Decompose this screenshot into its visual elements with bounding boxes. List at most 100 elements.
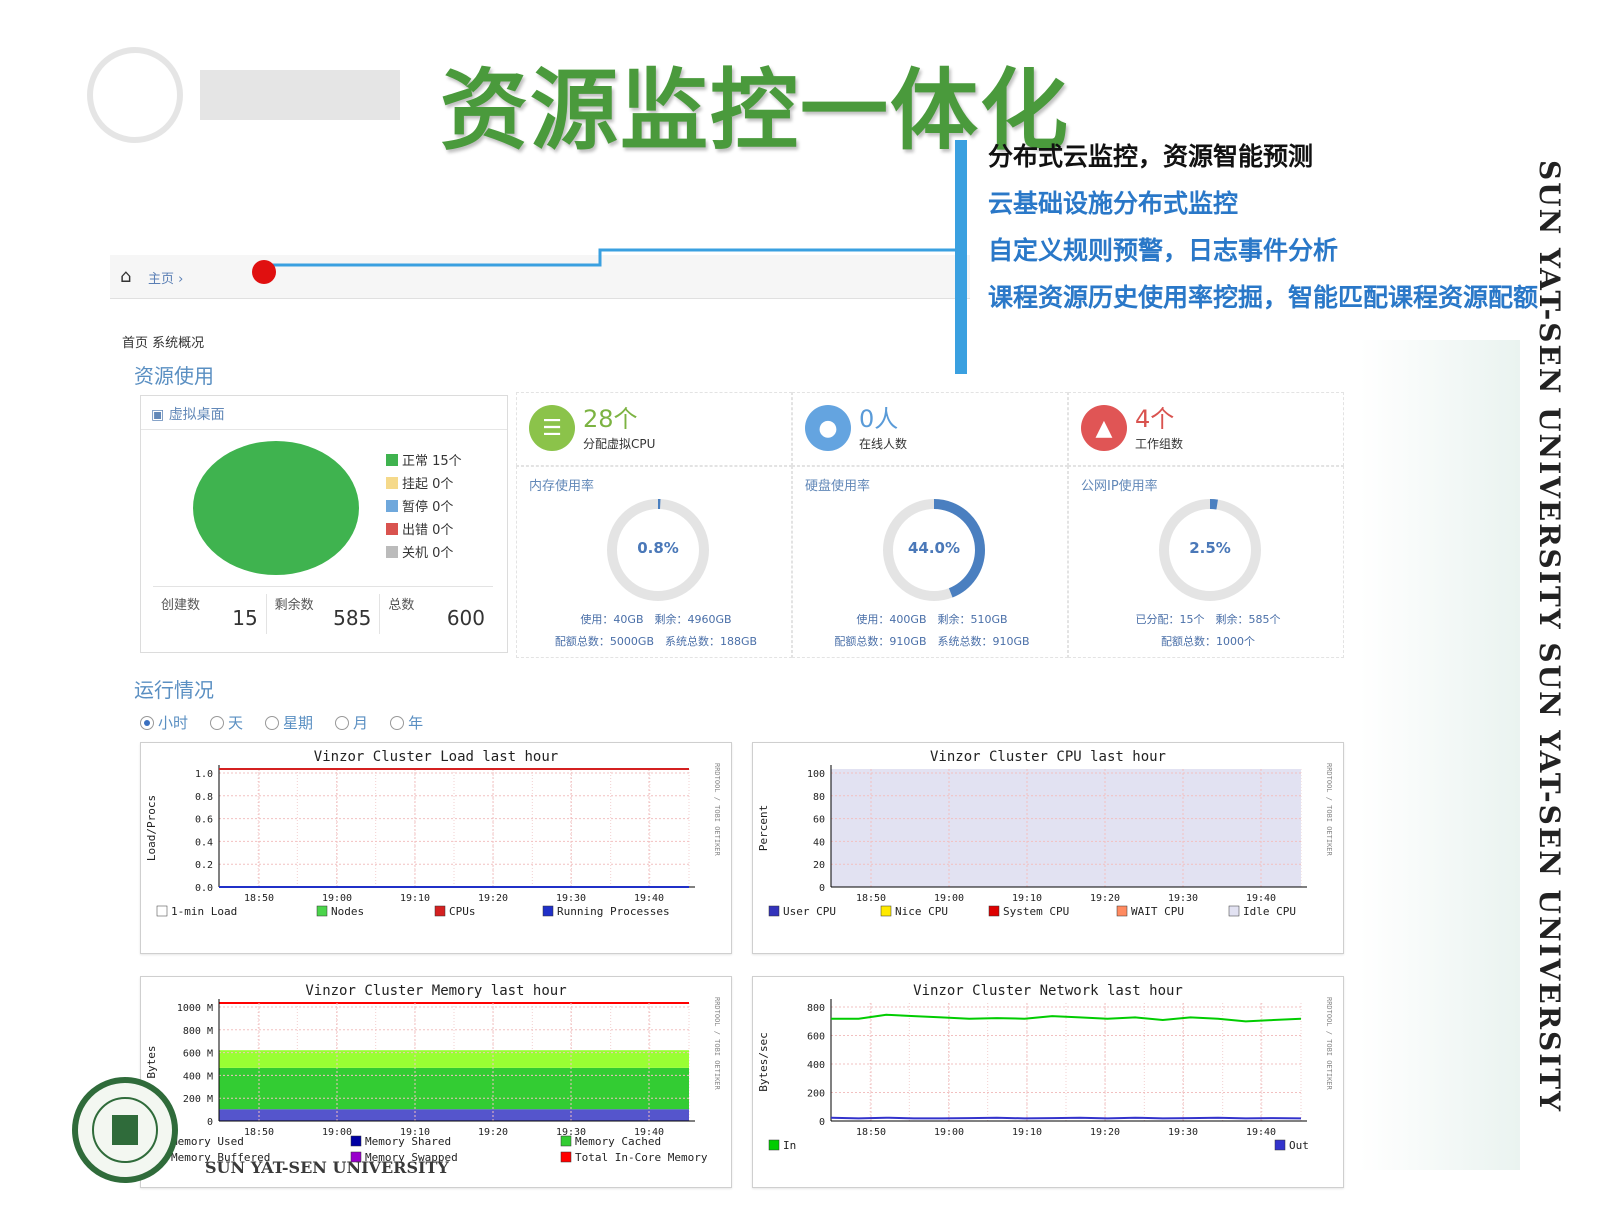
y-tick-label: 40 — [813, 837, 825, 848]
vdesk-divider — [153, 586, 493, 587]
radio-hour[interactable]: 小时 — [140, 712, 188, 733]
legend-swatch — [768, 905, 780, 917]
stat-label: 剩余数 — [274, 598, 314, 613]
gauge-note-line: 配额总数：910GB 系统总数：910GB — [834, 635, 1030, 648]
breadcrumb-home[interactable]: 主页 — [148, 272, 174, 287]
legend-item: 关机 0个 — [386, 540, 462, 563]
breadcrumb[interactable]: 主页 › — [148, 268, 183, 287]
y-tick-label: 0.2 — [195, 860, 213, 871]
gauge-note-line: 已分配：15个 剩余：585个 — [1135, 613, 1281, 626]
load-graph-panel[interactable]: Vinzor Cluster Load last hour Load/Procs R… — [140, 742, 732, 954]
x-tick-label: 18:50 — [244, 893, 274, 904]
x-tick-label: 19:10 — [1012, 893, 1042, 904]
legend-label: 正常 15个 — [402, 454, 462, 469]
y-axis-label: Bytes/sec — [757, 1032, 770, 1092]
legend-swatch — [386, 453, 398, 466]
legend-label: Running Processes — [557, 905, 670, 918]
network-graph-panel[interactable]: Vinzor Cluster Network last hour Bytes/se… — [752, 976, 1344, 1188]
y-tick-label: 0.8 — [195, 792, 213, 803]
memory-graph: Vinzor Cluster Memory last hour Bytes RRDT… — [145, 983, 721, 1164]
kpi-card-cpu: ☰ 28个 分配虚拟CPU — [516, 392, 792, 466]
radio-label: 年 — [408, 714, 424, 732]
network-graph: Vinzor Cluster Network last hour Bytes/se… — [757, 983, 1333, 1152]
legend-swatch — [560, 1135, 572, 1147]
legend-label: Idle CPU — [1243, 905, 1296, 918]
y-tick-label: 600 M — [183, 1049, 213, 1060]
radio-button[interactable] — [265, 715, 280, 730]
x-tick-label: 19:00 — [934, 1127, 964, 1138]
slide-title: 资源监控一体化 — [440, 59, 1071, 162]
legend-label: Nice CPU — [895, 905, 948, 918]
gauge-note: 已分配：15个 剩余：585个 配额总数：1000个 — [1073, 609, 1343, 653]
x-tick-label: 19:30 — [1168, 893, 1198, 904]
legend-item: 出错 0个 — [386, 517, 462, 540]
legend-swatch — [542, 905, 554, 917]
legend-swatch — [988, 905, 1000, 917]
y-tick-label: 1.0 — [195, 769, 213, 780]
rrdtool-credit: RRDTOOL / TOBI OETIKER — [713, 997, 721, 1091]
x-tick-label: 19:00 — [322, 893, 352, 904]
y-tick-label: 0 — [207, 1117, 213, 1128]
y-tick-label: 80 — [813, 792, 825, 803]
radio-button[interactable] — [335, 715, 350, 730]
x-tick-label: 19:40 — [1246, 1127, 1276, 1138]
y-tick-label: 0 — [819, 883, 825, 894]
graph-title: Vinzor Cluster Memory last hour — [305, 983, 566, 999]
kpi-card-online: ● 0人 在线人数 — [792, 392, 1068, 466]
home-icon[interactable]: ⌂ — [120, 266, 131, 287]
users-icon: ● — [805, 405, 851, 451]
gauge-note-line: 使用：400GB 剩余：510GB — [856, 613, 1008, 626]
y-tick-label: 60 — [813, 815, 825, 826]
legend-swatch — [386, 545, 398, 558]
radio-day[interactable]: 天 — [210, 712, 243, 733]
pie-legend: 正常 15个 挂起 0个 暂停 0个 出错 0个 关机 0个 — [386, 448, 462, 563]
x-tick-label: 19:30 — [1168, 1127, 1198, 1138]
x-tick-label: 19:00 — [934, 893, 964, 904]
rrdtool-credit: RRDTOOL / TOBI OETIKER — [713, 763, 721, 857]
background-gradient — [1360, 340, 1520, 1170]
legend-swatch — [386, 522, 398, 535]
legend-swatch — [434, 905, 446, 917]
stat-value: 15 — [232, 606, 258, 630]
y-tick-label: 100 — [807, 769, 825, 780]
bullet-item: 课程资源历史使用率挖掘，智能匹配课程资源配额 — [988, 283, 1539, 312]
radio-button[interactable] — [210, 715, 225, 730]
radio-week[interactable]: 星期 — [265, 712, 313, 733]
resource-stats-grid: ☰ 28个 分配虚拟CPU 内存使用率 0.8% 使用：40GB 剩余：4960… — [516, 392, 1346, 658]
monitor-icon: ▣ — [151, 407, 165, 423]
legend-label: 暂停 0个 — [402, 500, 454, 515]
x-tick-label: 19:20 — [478, 893, 508, 904]
y-tick-label: 400 — [807, 1060, 825, 1071]
x-tick-label: 19:20 — [478, 1127, 508, 1138]
y-tick-label: 0.0 — [195, 883, 213, 894]
legend-label: Memory Cached — [575, 1135, 661, 1148]
legend-swatch — [316, 905, 328, 917]
radio-month[interactable]: 月 — [335, 712, 368, 733]
gauge-note-line: 配额总数：1000个 — [1161, 635, 1255, 648]
bullet-accent-bar — [955, 140, 967, 374]
graph-title: Vinzor Cluster Load last hour — [314, 749, 558, 765]
breadcrumb-separator: › — [178, 272, 184, 287]
legend-swatch — [350, 1135, 362, 1147]
memory-graph-panel[interactable]: Vinzor Cluster Memory last hour Bytes RRDT… — [140, 976, 732, 1188]
radio-button[interactable] — [390, 715, 405, 730]
legend-item: 挂起 0个 — [386, 471, 462, 494]
server-icon: ☰ — [529, 405, 575, 451]
legend-label: User CPU — [783, 905, 836, 918]
graph-title: Vinzor Cluster CPU last hour — [930, 749, 1166, 765]
radio-year[interactable]: 年 — [390, 712, 423, 733]
rrdtool-credit: RRDTOOL / TOBI OETIKER — [1325, 997, 1333, 1091]
load-graph: Vinzor Cluster Load last hour Load/Procs R… — [145, 749, 721, 918]
x-tick-label: 19:00 — [322, 1127, 352, 1138]
legend-swatch — [1228, 905, 1240, 917]
y-tick-label: 0 — [819, 1117, 825, 1128]
time-range-radio-group: 小时 天 星期 月 年 — [140, 712, 423, 733]
legend-label: 关机 0个 — [402, 546, 454, 561]
cpu-graph-panel[interactable]: Vinzor Cluster CPU last hour Percent RRDTO… — [752, 742, 1344, 954]
pie-slice-normal — [193, 441, 359, 575]
legend-swatch — [880, 905, 892, 917]
resource-section-title: 资源使用 — [134, 364, 214, 388]
radio-button[interactable] — [140, 715, 154, 730]
legend-label: Memory Used — [171, 1135, 244, 1148]
y-tick-label: 200 M — [183, 1094, 213, 1105]
